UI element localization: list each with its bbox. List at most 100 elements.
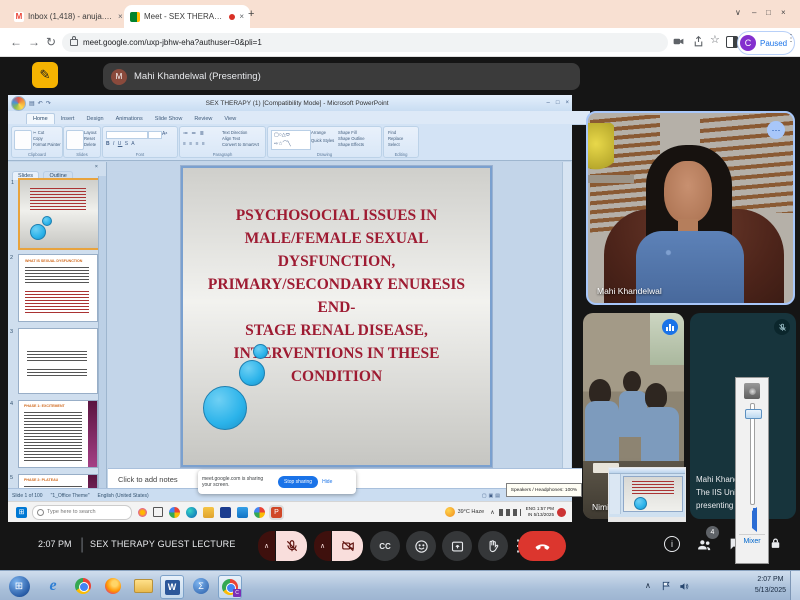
captions-button[interactable]: CC bbox=[370, 531, 400, 561]
reload-icon[interactable]: ↻ bbox=[46, 35, 56, 49]
tray-icons[interactable] bbox=[499, 509, 521, 516]
shape-outline-button[interactable]: Shape Outline bbox=[338, 136, 365, 142]
back-icon[interactable]: ← bbox=[10, 35, 22, 49]
panel-close-icon[interactable]: × bbox=[95, 164, 98, 170]
mail-icon[interactable] bbox=[237, 507, 248, 518]
powerpoint-taskbar-icon[interactable]: P bbox=[271, 507, 282, 518]
powerpoint-title-bar[interactable]: ▤ ↶ ↷ SEX THERAPY (1) [Compatibility Mod… bbox=[8, 95, 572, 112]
tray-hidden-icons-button[interactable]: ∧ bbox=[645, 581, 651, 590]
url-bar[interactable]: meet.google.com/uxp-jbhw-eha?authuser=0&… bbox=[62, 33, 668, 52]
shapes-gallery[interactable]: ▢○△⬭⇨☆⌒╲ bbox=[271, 130, 311, 150]
sigma-app-taskbar-icon[interactable]: Σ bbox=[190, 575, 212, 597]
ppt-restore-button[interactable]: □ bbox=[556, 100, 560, 106]
office-button[interactable] bbox=[11, 96, 26, 111]
slide-thumbnail-4[interactable]: 4 PHASE 1: EXCITEMENT bbox=[18, 400, 98, 468]
desktop-search-box[interactable]: Type here to search bbox=[32, 505, 132, 520]
copilot-icon[interactable] bbox=[138, 508, 147, 517]
start-button[interactable]: ⊞ bbox=[16, 507, 27, 518]
shape-fill-button[interactable]: Shape Fill bbox=[338, 130, 357, 136]
view-buttons[interactable]: ▢▣▤ bbox=[482, 493, 502, 499]
quick-styles-button[interactable]: Quick Styles bbox=[311, 138, 334, 144]
tray-chevron-icon[interactable]: ∧ bbox=[490, 509, 494, 516]
notification-icon[interactable] bbox=[557, 508, 566, 517]
shape-effects-button[interactable]: Shape Effects bbox=[338, 142, 364, 148]
camera-off-button[interactable] bbox=[332, 531, 363, 561]
tile-options-icon[interactable]: ⋯ bbox=[767, 121, 785, 139]
bookmark-star-icon[interactable]: ☆ bbox=[710, 33, 720, 46]
replace-button[interactable]: Replace bbox=[388, 136, 403, 142]
volume-mixer-popup[interactable]: Mixer bbox=[735, 377, 769, 564]
font-name-select[interactable] bbox=[106, 131, 148, 139]
find-button[interactable]: Find bbox=[388, 130, 396, 136]
new-tab-button[interactable]: + bbox=[248, 8, 254, 20]
show-desktop-button[interactable] bbox=[790, 571, 800, 600]
share-icon[interactable] bbox=[692, 35, 705, 48]
cut-button[interactable]: ✂ Cut bbox=[33, 130, 44, 136]
format-painter-button[interactable]: Format Painter bbox=[33, 142, 61, 148]
tab-gmail[interactable]: M Inbox (1,418) - anuja.chaturvedi × bbox=[8, 5, 132, 28]
ribbon-tab-slideshow[interactable]: Slide Show bbox=[149, 114, 189, 124]
slide-thumbnail-3[interactable]: 3 bbox=[18, 328, 98, 394]
ie-taskbar-icon[interactable]: e bbox=[42, 575, 64, 597]
camera-options-chevron[interactable]: ∧ bbox=[314, 531, 331, 561]
store-app-icon[interactable] bbox=[220, 507, 231, 518]
slide-thumbnail-1[interactable]: 1 bbox=[18, 178, 100, 250]
mic-options-chevron[interactable]: ∧ bbox=[258, 531, 275, 561]
edge-icon[interactable] bbox=[186, 507, 197, 518]
reactions-button[interactable] bbox=[406, 531, 436, 561]
grow-shrink-font-buttons[interactable]: Aᵃ bbox=[162, 131, 167, 137]
tray-clock[interactable]: 2:07 PM 5/13/2025 bbox=[755, 574, 786, 596]
save-icon[interactable]: ▤ bbox=[29, 100, 35, 107]
tray-volume-icon[interactable] bbox=[678, 581, 690, 592]
slide-canvas[interactable]: PSYCHOSOCIAL ISSUES IN MALE/FEMALE SEXUA… bbox=[181, 166, 492, 467]
tab-close-icon[interactable]: × bbox=[239, 12, 244, 21]
text-direction-button[interactable]: Text Direction bbox=[222, 130, 247, 136]
tab-close-icon[interactable]: × bbox=[118, 12, 123, 21]
list-buttons[interactable]: ≔ ≕ ≣ bbox=[183, 131, 205, 137]
weather-text[interactable]: 39°C Haze bbox=[458, 509, 485, 515]
file-explorer-icon[interactable] bbox=[203, 507, 214, 518]
new-slide-button[interactable] bbox=[66, 130, 84, 150]
forward-icon[interactable]: → bbox=[28, 35, 40, 49]
ppt-close-button[interactable]: × bbox=[565, 100, 569, 106]
convert-smartart-button[interactable]: Convert to SmartArt bbox=[222, 142, 259, 148]
browser-menu-icon[interactable]: ⋮ bbox=[786, 33, 796, 44]
editor-scrollbar[interactable] bbox=[562, 162, 571, 468]
ribbon-tab-home[interactable]: Home bbox=[26, 113, 55, 124]
chrome-taskbar-icon[interactable] bbox=[72, 575, 94, 597]
word-taskbar-icon[interactable]: W bbox=[160, 575, 184, 599]
volume-slider[interactable] bbox=[750, 403, 755, 505]
explorer-taskbar-icon[interactable] bbox=[132, 575, 154, 597]
align-text-button[interactable]: Align Text bbox=[222, 136, 240, 142]
annotation-indicator-icon[interactable]: ✎ bbox=[32, 62, 58, 88]
people-button[interactable]: 4 bbox=[696, 536, 713, 553]
presentation-preview[interactable] bbox=[608, 467, 686, 522]
tab-meet[interactable]: Meet - SEX THERAPY GUEST × bbox=[124, 5, 250, 28]
mic-off-button[interactable] bbox=[276, 531, 307, 561]
window-restore-button[interactable]: □ bbox=[766, 8, 771, 17]
slide-thumbnail-2[interactable]: 2 WHAT IS SEXUAL DYSFUNCTION bbox=[18, 254, 98, 322]
reset-button[interactable]: Reset bbox=[84, 136, 95, 142]
start-orb-button[interactable]: ⊞ bbox=[8, 575, 30, 597]
ppt-minimize-button[interactable]: – bbox=[547, 100, 550, 106]
hide-toast-link[interactable]: Hide bbox=[322, 479, 332, 485]
host-controls-button[interactable] bbox=[768, 536, 783, 551]
info-button[interactable]: i bbox=[664, 536, 680, 552]
window-close-button[interactable]: × bbox=[781, 8, 786, 17]
present-button[interactable] bbox=[442, 531, 472, 561]
chrome-profile-icon[interactable] bbox=[254, 507, 265, 518]
mixer-link[interactable]: Mixer bbox=[743, 538, 760, 545]
task-view-icon[interactable] bbox=[153, 507, 163, 517]
font-size-select[interactable] bbox=[148, 131, 162, 139]
undo-icon[interactable]: ↶ bbox=[38, 100, 43, 107]
window-minimize-button[interactable]: – bbox=[752, 8, 756, 17]
action-center-flag-icon[interactable] bbox=[661, 580, 672, 592]
layout-button[interactable]: Layout bbox=[84, 130, 97, 136]
ribbon-tab-insert[interactable]: Insert bbox=[55, 114, 81, 124]
font-style-buttons[interactable]: B I U S A bbox=[106, 141, 136, 147]
search-tabs-chevron-icon[interactable]: ∨ bbox=[735, 8, 741, 17]
speaker-icon[interactable] bbox=[748, 511, 757, 529]
ribbon-tab-animations[interactable]: Animations bbox=[110, 114, 149, 124]
ribbon-tab-review[interactable]: Review bbox=[188, 114, 218, 124]
end-call-button[interactable] bbox=[518, 531, 566, 561]
